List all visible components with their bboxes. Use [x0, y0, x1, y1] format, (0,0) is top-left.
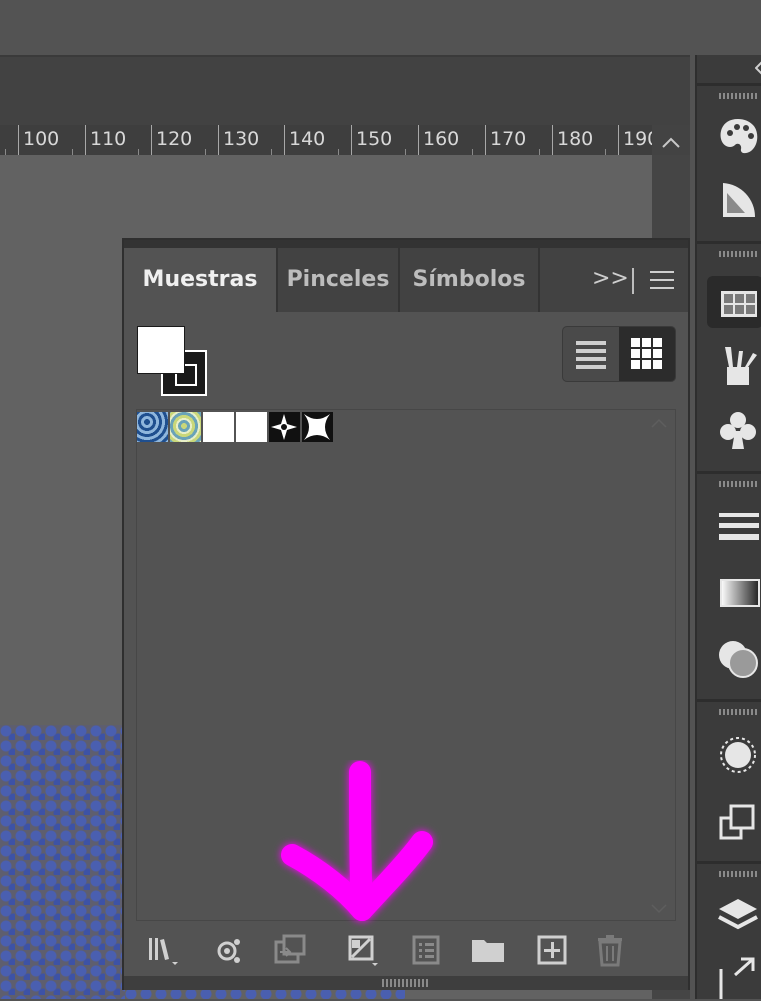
- swatches-icon[interactable]: [715, 281, 761, 327]
- gradient-icon[interactable]: [715, 570, 761, 616]
- ruler-tick: 150: [351, 125, 392, 155]
- tab-muestras[interactable]: Muestras: [124, 248, 278, 312]
- export-icon[interactable]: [715, 955, 761, 1001]
- swatch-black-white-wave-pattern[interactable]: [302, 412, 333, 442]
- place-swatch-icon[interactable]: [272, 932, 308, 968]
- pattern-artwork[interactable]: [0, 725, 125, 999]
- transparency-icon[interactable]: [715, 635, 761, 681]
- swatch-black-white-star-pattern[interactable]: [269, 412, 300, 442]
- ruler-tick: 180: [552, 125, 593, 155]
- fill-swatch[interactable]: [137, 326, 185, 374]
- scroll-up-icon[interactable]: [651, 418, 667, 428]
- more-tabs-icon[interactable]: >>: [592, 266, 629, 291]
- ruler-tick: 120: [151, 125, 192, 155]
- ruler-tick: 190: [618, 125, 652, 155]
- swatch-white[interactable]: [236, 412, 267, 442]
- panel-footer: [124, 926, 688, 976]
- swatch-blue-floral-pattern[interactable]: [137, 412, 168, 442]
- ruler-tick: 170: [485, 125, 526, 155]
- tab-pinceles[interactable]: Pinceles: [278, 248, 400, 312]
- new-folder-icon[interactable]: [470, 932, 506, 968]
- stroke-icon[interactable]: [715, 503, 761, 549]
- annotation-arrow-icon: [281, 761, 433, 921]
- application-bar: [0, 0, 690, 55]
- swatch-green-yellow-pattern[interactable]: [170, 412, 201, 442]
- color-group-icon[interactable]: [408, 932, 444, 968]
- show-swatch-kinds-icon[interactable]: [210, 932, 246, 968]
- swatch-options-icon[interactable]: [344, 932, 380, 968]
- panel-resize-handle[interactable]: [124, 976, 688, 990]
- view-toggle: [562, 326, 676, 382]
- graphic-styles-icon[interactable]: [715, 800, 761, 846]
- brushes-icon[interactable]: [715, 343, 761, 389]
- horizontal-ruler: 100 110 120 130 140 150 160 170 180 190: [0, 125, 652, 156]
- document-tab-bar: [0, 55, 690, 127]
- color-palette-icon[interactable]: [715, 113, 761, 159]
- ruler-tick: 160: [418, 125, 459, 155]
- libraries-menu-icon[interactable]: [146, 932, 182, 968]
- ruler-tick: 110: [85, 125, 126, 155]
- tab-simbolos[interactable]: Símbolos: [400, 248, 540, 312]
- list-view-icon: [576, 341, 606, 369]
- appearance-icon[interactable]: [715, 732, 761, 778]
- divider: [632, 268, 634, 294]
- ruler-tick: 140: [284, 125, 325, 155]
- scroll-down-icon[interactable]: [651, 904, 667, 914]
- new-swatch-icon[interactable]: [534, 932, 570, 968]
- layers-icon[interactable]: [715, 893, 761, 939]
- panel-title-bar[interactable]: [124, 240, 688, 248]
- ruler-tick: 100: [18, 125, 59, 155]
- panel-tab-bar: Muestras Pinceles Símbolos >>: [124, 248, 688, 312]
- thumbnail-view-button[interactable]: [619, 327, 675, 381]
- panel-menu-icon[interactable]: [650, 270, 674, 290]
- chevron-up-icon: [662, 137, 680, 148]
- color-guide-icon[interactable]: [715, 177, 761, 223]
- swatch-white[interactable]: [203, 412, 234, 442]
- ruler-tick: 130: [218, 125, 259, 155]
- chevron-left-icon[interactable]: [755, 61, 761, 75]
- grid-view-icon: [631, 338, 662, 369]
- panel-dock: [695, 55, 761, 999]
- symbols-icon[interactable]: [715, 407, 761, 453]
- delete-swatch-icon[interactable]: [592, 932, 628, 968]
- list-view-button[interactable]: [563, 327, 619, 381]
